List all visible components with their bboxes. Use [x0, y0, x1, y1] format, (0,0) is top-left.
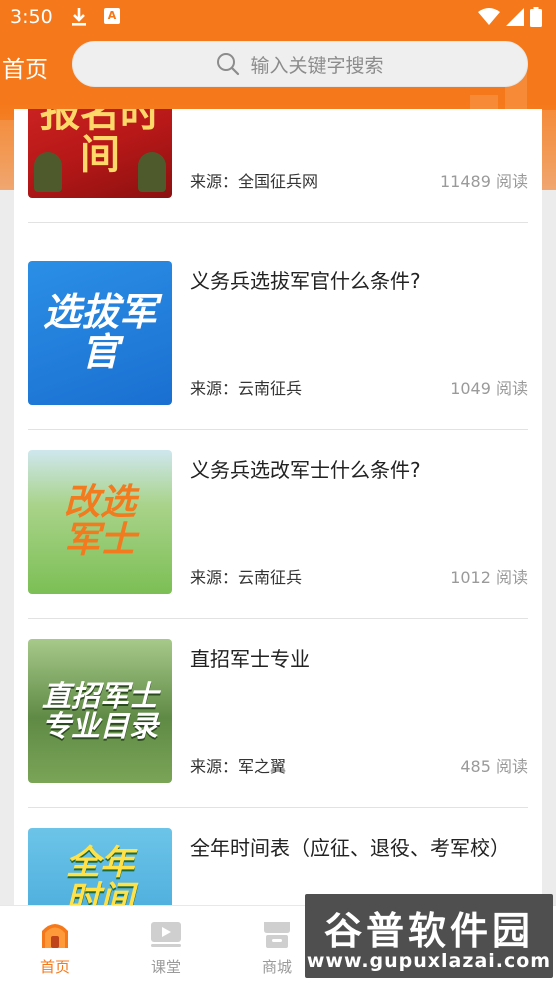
article-read-count: 11489 阅读 — [440, 172, 528, 191]
article-title[interactable]: 全年时间表（应征、退役、考军校） — [190, 832, 526, 864]
thumbnail-caption: 全年时间表 — [66, 843, 134, 905]
list-item[interactable]: 报名时间 来源：全国征兵网 11489 阅读 — [28, 109, 528, 223]
thumbnail-caption: 直招军士专业目录 — [42, 678, 159, 743]
list-item[interactable]: 选拔军官 义务兵选拔军官什么条件? 来源：云南征兵 1049 阅读 — [28, 241, 528, 430]
download-icon — [72, 8, 86, 26]
header: 首页 输入关键字搜索 — [0, 40, 556, 90]
status-bar: 3:50 A — [0, 0, 556, 34]
search-input[interactable]: 输入关键字搜索 — [72, 41, 528, 87]
article-title[interactable]: 义务兵选改军士什么条件? — [190, 454, 526, 486]
article-title[interactable]: 直招军士专业 — [190, 643, 526, 675]
article-read-count: 485 阅读 — [460, 757, 528, 776]
list-item[interactable]: 直招军士专业目录 直招军士专业 来源：军之翼 485 阅读 — [28, 619, 528, 808]
status-time: 3:50 — [10, 6, 53, 28]
article-list[interactable]: 报名时间 来源：全国征兵网 11489 阅读 选拔军官 义务兵选拔军官什么条件?… — [14, 109, 542, 905]
article-source: 来源：军之翼 — [190, 757, 287, 776]
page-title: 首页 — [2, 57, 48, 83]
tab-classroom[interactable]: 课堂 — [116, 906, 216, 983]
article-thumbnail[interactable]: 选拔军官 — [28, 261, 172, 405]
article-thumbnail[interactable]: 报名时间 — [28, 109, 172, 198]
tab-home[interactable]: 首页 — [5, 906, 105, 983]
article-source: 来源：全国征兵网 — [190, 172, 319, 191]
article-read-count: 1049 阅读 — [450, 379, 528, 398]
home-icon — [42, 924, 68, 948]
wifi-icon — [478, 8, 500, 25]
list-item[interactable]: 改选军士 义务兵选改军士什么条件? 来源：云南征兵 1012 阅读 — [28, 430, 528, 619]
article-source: 来源：云南征兵 — [190, 379, 303, 398]
tab-classroom-label: 课堂 — [150, 958, 181, 976]
article-title[interactable]: 义务兵选拔军官什么条件? — [190, 265, 526, 297]
watermark: 谷普软件园 www.gupuxlazai.com — [305, 894, 553, 978]
article-source: 来源：云南征兵 — [190, 568, 303, 587]
notification-a-icon: A — [104, 8, 120, 24]
thumbnail-caption: 选拔军官 — [42, 290, 157, 374]
watermark-url: www.gupuxlazai.com — [306, 950, 552, 972]
article-thumbnail[interactable]: 直招军士专业目录 — [28, 639, 172, 783]
battery-icon — [530, 7, 542, 27]
search-icon — [217, 53, 240, 76]
signal-icon — [506, 8, 524, 26]
play-video-icon — [151, 922, 181, 947]
soldier-figure — [34, 152, 62, 192]
soldier-figure — [138, 152, 166, 192]
article-thumbnail[interactable]: 全年时间表 — [28, 828, 172, 905]
search-placeholder: 输入关键字搜索 — [250, 54, 384, 77]
watermark-title: 谷普软件园 — [323, 909, 534, 953]
status-icons — [478, 6, 542, 28]
divider — [28, 222, 528, 223]
tab-home-label: 首页 — [39, 958, 70, 976]
article-read-count: 1012 阅读 — [450, 568, 528, 587]
list-item[interactable]: 全年时间表 全年时间表（应征、退役、考军校） — [28, 808, 528, 905]
thumbnail-caption: 改选军士 — [63, 482, 136, 561]
store-icon — [264, 922, 290, 948]
article-thumbnail[interactable]: 改选军士 — [28, 450, 172, 594]
